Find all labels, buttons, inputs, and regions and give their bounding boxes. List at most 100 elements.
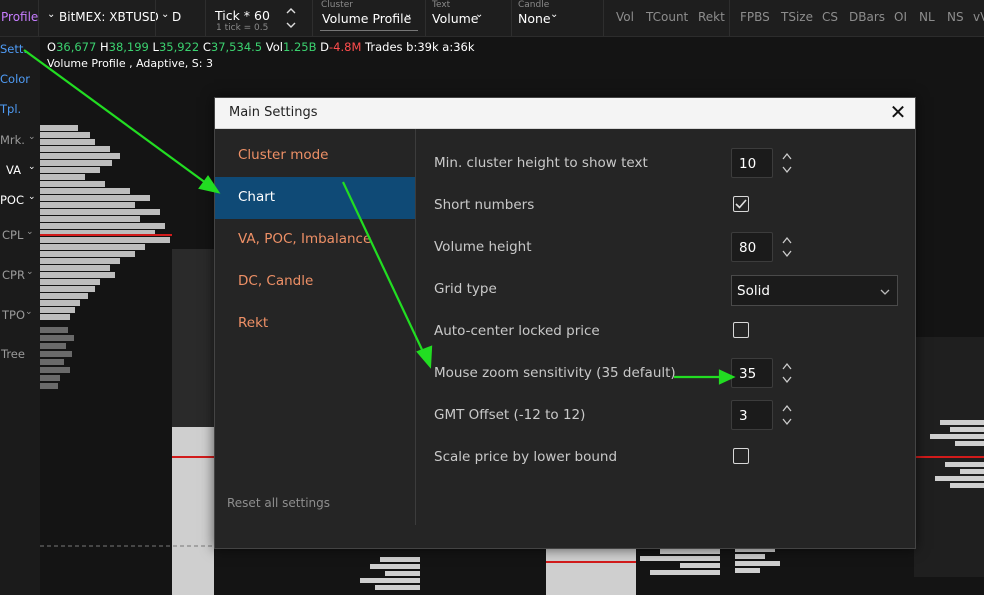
nav-item-va-poc-imbalance[interactable]: VA, POC, Imbalance: [215, 219, 415, 261]
grid-type-value: Solid: [737, 283, 770, 299]
grid-type-label: Grid type: [434, 281, 497, 297]
toolbar-fpbs[interactable]: FPBS: [740, 10, 770, 24]
chevron-down-icon: ⌄: [28, 162, 36, 172]
sidebar-item-poc[interactable]: POC ⌄: [0, 192, 40, 210]
chevron-down-icon: ⌄: [28, 192, 36, 202]
toolbar-cs[interactable]: CS: [822, 10, 838, 24]
text-selector[interactable]: Text Volume ⌄: [428, 0, 510, 36]
volume-height-stepper[interactable]: [781, 232, 793, 262]
nav-item-cluster-mode[interactable]: Cluster mode: [215, 135, 415, 177]
sidebar-item-settings[interactable]: Sett.: [0, 42, 27, 56]
sidebar-item-cpr[interactable]: CPR ⌄: [0, 267, 40, 285]
instrument-selector[interactable]: ⌄ BitMEX: XBTUSD: [44, 0, 159, 36]
close-key: C: [202, 40, 211, 54]
toolbar-dbars[interactable]: DBars: [849, 10, 885, 24]
sidebar-item-color[interactable]: Color: [0, 72, 30, 86]
toolbar-divider: [511, 0, 512, 36]
min-cluster-label: Min. cluster height to show text: [434, 155, 648, 171]
short-numbers-label: Short numbers: [434, 197, 535, 213]
nav-item-chart[interactable]: Chart: [215, 177, 415, 219]
toolbar-divider: [205, 0, 206, 36]
scale-lower-bound-checkbox[interactable]: [733, 448, 749, 464]
candle-value: None: [518, 11, 551, 26]
nav-item-dc-candle[interactable]: DC, Candle: [215, 261, 415, 303]
chevron-down-icon: ⌄: [475, 9, 484, 20]
checkmark-icon: [735, 199, 747, 209]
high-key: H: [99, 40, 109, 54]
tick-sub-label: 1 tick = 0.5: [216, 23, 269, 33]
profile-bars-bottom: [360, 547, 780, 595]
toolbar-divider: [155, 0, 156, 36]
sidebar-item-cpl-label: CPL: [2, 228, 24, 242]
zoom-sensitivity-stepper[interactable]: [781, 358, 793, 388]
nav-item-label: VA, POC, Imbalance: [238, 231, 372, 247]
candle-caption: Candle: [518, 0, 550, 10]
toolbar-vv[interactable]: vV: [973, 10, 984, 24]
auto-center-checkbox[interactable]: [733, 322, 749, 338]
zoom-sensitivity-input[interactable]: 35: [731, 358, 773, 388]
nav-item-label: DC, Candle: [238, 273, 314, 289]
sidebar-item-template[interactable]: Tpl.: [0, 102, 21, 116]
gmt-offset-stepper[interactable]: [781, 400, 793, 430]
volume-height-input[interactable]: 80: [731, 232, 773, 262]
close-icon[interactable]: ✕: [887, 101, 909, 123]
min-cluster-stepper[interactable]: [781, 148, 793, 178]
short-numbers-checkbox[interactable]: [733, 196, 749, 212]
sidebar-item-cpr-label: CPR: [2, 268, 25, 282]
chevron-down-icon: ⌄: [26, 267, 34, 277]
volume-height-label: Volume height: [434, 239, 532, 255]
sidebar-item-tpo-label: TPO: [2, 308, 26, 322]
cluster-selector[interactable]: Cluster Volume Profile ⌄: [316, 0, 421, 36]
profile-bars-left: [40, 125, 170, 320]
high-value: 38,199: [108, 40, 149, 54]
stepper-icon[interactable]: [286, 5, 296, 31]
toolbar-tsize[interactable]: TSize: [781, 10, 813, 24]
dialog-divider: [415, 129, 416, 525]
chevron-down-icon: ⌄: [404, 9, 413, 20]
toolbar-nl[interactable]: NL: [919, 10, 935, 24]
open-value: 36,677: [56, 40, 97, 54]
toolbar-ns[interactable]: NS: [947, 10, 964, 24]
close-value: 37,534.5: [210, 40, 263, 54]
tick-label: Tick * 60: [215, 8, 270, 23]
toolbar-vol[interactable]: Vol: [616, 10, 634, 24]
toolbar-rekt[interactable]: Rekt: [698, 10, 725, 24]
toolbar-divider: [603, 0, 604, 36]
timeframe-label: D: [172, 10, 182, 24]
text-caption: Text: [432, 0, 451, 10]
delta-key: D: [320, 40, 329, 54]
delta-value: -4.8M: [329, 40, 362, 54]
nav-item-label: Cluster mode: [238, 147, 329, 163]
dialog-header: Main Settings ✕: [215, 98, 915, 129]
tick-size-control[interactable]: Tick * 60 1 tick = 0.5: [208, 0, 308, 36]
nav-item-rekt[interactable]: Rekt: [215, 303, 415, 345]
candle-selector[interactable]: Candle None ⌄: [514, 0, 596, 36]
scale-lower-bound-label: Scale price by lower bound: [434, 449, 618, 465]
grid-type-select[interactable]: Solid: [731, 275, 898, 306]
cluster-caption: Cluster: [321, 0, 353, 10]
timeframe-selector[interactable]: ⌄ D: [158, 0, 202, 36]
gmt-offset-input[interactable]: 3: [731, 400, 773, 430]
sidebar-item-poc-label: POC: [0, 193, 25, 207]
open-key: O: [47, 40, 57, 54]
text-value: Volume: [432, 11, 479, 26]
profile-tab[interactable]: Profile: [0, 0, 38, 36]
toolbar-oi[interactable]: OI: [894, 10, 907, 24]
sidebar-item-tpo[interactable]: TPO ⌄: [0, 307, 40, 325]
profile-bars-left-dim: [40, 327, 74, 389]
profile-column-2-fill: [172, 427, 214, 595]
toolbar-tcount[interactable]: TCount: [646, 10, 688, 24]
min-cluster-input[interactable]: 10: [731, 148, 773, 178]
chevron-down-icon: ⌄: [161, 9, 170, 20]
sidebar-item-tree[interactable]: Tree: [1, 347, 25, 361]
dialog-title: Main Settings: [229, 105, 318, 120]
main-settings-dialog: Main Settings ✕ Cluster mode Chart VA, P…: [214, 97, 916, 549]
indicator-subline: Volume Profile , Adaptive, S: 3: [47, 57, 213, 70]
cluster-value: Volume Profile: [322, 11, 412, 26]
sidebar-item-marks[interactable]: Mrk. ⌄: [0, 132, 40, 150]
trades-readout: Trades b:39k a:36k: [365, 40, 475, 54]
reset-settings-link[interactable]: Reset all settings: [227, 496, 330, 510]
sidebar-item-va[interactable]: VA ⌄: [0, 162, 40, 180]
sidebar-item-cpl[interactable]: CPL ⌄: [0, 227, 40, 245]
toolbar-divider: [38, 0, 39, 36]
